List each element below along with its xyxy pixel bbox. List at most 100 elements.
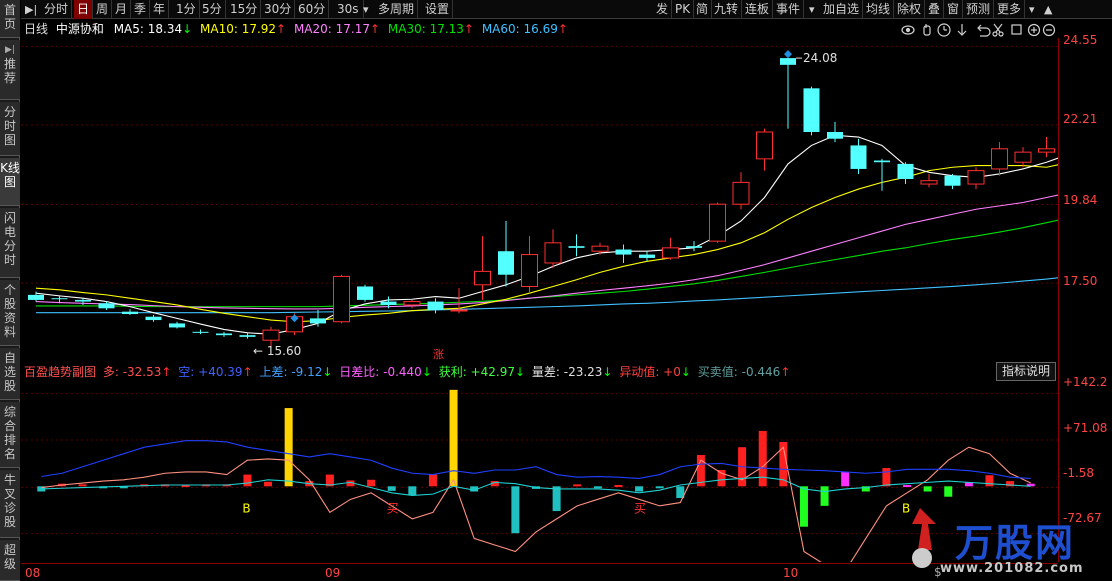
arrow-down-icon[interactable] — [957, 24, 967, 36]
tab-quarter[interactable]: 季 — [131, 0, 151, 19]
candle-body — [850, 145, 867, 169]
button-fa[interactable]: 发 — [653, 0, 673, 19]
time-tick-label: 10 — [783, 566, 799, 580]
chevron-down-icon[interactable]: ▾ — [363, 0, 369, 19]
tab-year[interactable]: 年 — [150, 0, 170, 19]
ma30-arrow: ↑ — [463, 22, 474, 36]
indicator-bar — [511, 486, 520, 534]
scissors-icon[interactable] — [992, 23, 1004, 37]
ma60-value: MA60: 16.69 — [481, 22, 558, 36]
button-forecast[interactable]: 预测 — [963, 0, 995, 19]
indicator-bar — [367, 479, 376, 487]
price-tick-label: 19.84 — [1063, 193, 1098, 207]
period-toolbar: ▶| 分时 日 周 月 季 年 1分 5分 15分 30分 60分 30s ▾ … — [21, 0, 1112, 19]
indicator-bar — [264, 481, 273, 487]
button-events[interactable]: 事件 — [773, 0, 805, 19]
sidebar-item-label: 超级 — [3, 543, 16, 571]
tab-multi-period[interactable]: 多周期 — [375, 0, 419, 19]
candle-body — [780, 58, 796, 65]
tab-30min[interactable]: 30分 — [261, 0, 296, 19]
candle-body — [169, 323, 185, 328]
sidebar-item-recommend[interactable]: ▶| 推荐 — [0, 40, 20, 100]
sidebar-item-label: 闪电分时 — [3, 211, 16, 267]
indicator-bar — [573, 484, 582, 487]
zoom-in-icon[interactable] — [1027, 23, 1041, 37]
sidebar-item-diagnosis[interactable]: 牛叉诊股 — [0, 470, 20, 538]
tab-1min[interactable]: 1分 — [173, 0, 200, 19]
candle-body — [192, 331, 209, 333]
candle-body — [874, 160, 890, 163]
button-more[interactable]: 更多 — [994, 0, 1026, 19]
candle-body — [803, 88, 820, 132]
sidebar-item-label: 牛叉诊股 — [3, 473, 16, 529]
button-ex-rights[interactable]: 除权 — [894, 0, 926, 19]
sidebar-item-label: 综合排名 — [3, 405, 16, 461]
sidebar-item-home[interactable]: 首页 — [0, 0, 20, 38]
button-limit-up[interactable]: 连板 — [742, 0, 774, 19]
indicator-bar — [78, 484, 87, 487]
candle-body — [28, 294, 44, 300]
eye-icon[interactable] — [901, 25, 915, 35]
tab-60min[interactable]: 60分 — [295, 0, 330, 19]
ma20-arrow: ↑ — [369, 22, 381, 36]
button-overlay[interactable]: 叠 — [925, 0, 945, 19]
clock-icon[interactable] — [937, 23, 951, 37]
sidebar-item-super[interactable]: 超级 — [0, 540, 20, 581]
button-nine-turn[interactable]: 九转 — [711, 0, 743, 19]
signal-label: 买 — [387, 501, 399, 515]
period-label: 日线 — [24, 22, 49, 36]
chevron-down-icon[interactable]: ▾ — [1029, 0, 1035, 19]
candle-body — [967, 170, 985, 185]
candle-body — [122, 311, 138, 315]
indicator-bar — [408, 486, 417, 496]
button-simple[interactable]: 简 — [693, 0, 713, 19]
kline-chart[interactable]: 24.08 ← 15.60 涨 — [21, 38, 1058, 362]
candle-body — [521, 254, 538, 287]
button-add-watchlist[interactable]: 加自选 — [820, 0, 864, 19]
button-window[interactable]: 窗 — [944, 0, 964, 19]
chevron-up-icon[interactable]: ▲ — [1044, 0, 1052, 19]
tab-15min[interactable]: 15分 — [227, 0, 262, 19]
stock-name: 中源协和 — [55, 22, 104, 36]
undo-icon[interactable] — [977, 24, 991, 37]
indicator-bar — [387, 486, 396, 491]
candle-body — [239, 335, 256, 337]
sidebar-item-flash-timeshare[interactable]: 闪电分时 — [0, 208, 20, 278]
candle-body — [732, 181, 750, 205]
candle-body — [827, 131, 843, 139]
play-icon[interactable]: ▶| — [25, 0, 37, 19]
button-ma[interactable]: 均线 — [863, 0, 895, 19]
indicator-tick-label: +142.2 — [1063, 375, 1108, 389]
hand-icon[interactable] — [923, 24, 931, 36]
chevron-down-icon[interactable]: ▾ — [809, 0, 815, 19]
indicator-tick-label: -1.58 — [1063, 466, 1095, 480]
ma20-value: MA20: 17.17 — [293, 22, 370, 36]
candle-body — [568, 246, 585, 248]
button-pk[interactable]: PK — [672, 0, 695, 19]
select-icon[interactable] — [1011, 24, 1022, 35]
indicator-bar — [614, 484, 623, 487]
sidebar-item-timeshare[interactable]: 分时图 — [0, 102, 20, 156]
play-icon: ▶| — [5, 45, 15, 55]
candle-body — [98, 303, 115, 309]
sidebar-item-stock-info[interactable]: 个股资料 — [0, 280, 20, 346]
tab-timeshare[interactable]: 分时 — [41, 0, 73, 19]
sidebar-item-ranking[interactable]: 综合排名 — [0, 402, 20, 468]
zoom-out-icon[interactable] — [1042, 23, 1056, 37]
tab-30s[interactable]: 30s — [334, 0, 364, 19]
tab-settings[interactable]: 设置 — [422, 0, 454, 19]
tab-5min[interactable]: 5分 — [199, 0, 226, 19]
sidebar-item-kline[interactable]: K线图 — [0, 158, 20, 206]
tab-week[interactable]: 周 — [93, 0, 113, 19]
indicator-bar — [243, 474, 252, 487]
candle-body — [662, 247, 679, 259]
indicator-bar — [820, 486, 829, 506]
tab-day[interactable]: 日 — [74, 0, 94, 19]
tab-month[interactable]: 月 — [112, 0, 132, 19]
left-sidebar: 首页 ▶| 推荐 分时图 K线图 闪电分时 个股资料 自选股 综合排名 牛叉诊股… — [0, 0, 20, 581]
price-tick-label: 22.21 — [1063, 112, 1098, 126]
sidebar-item-label: 个股资料 — [3, 283, 16, 339]
sidebar-item-watchlist[interactable]: 自选股 — [0, 348, 20, 400]
candle-body — [380, 301, 397, 305]
indicator-bar — [284, 408, 293, 487]
